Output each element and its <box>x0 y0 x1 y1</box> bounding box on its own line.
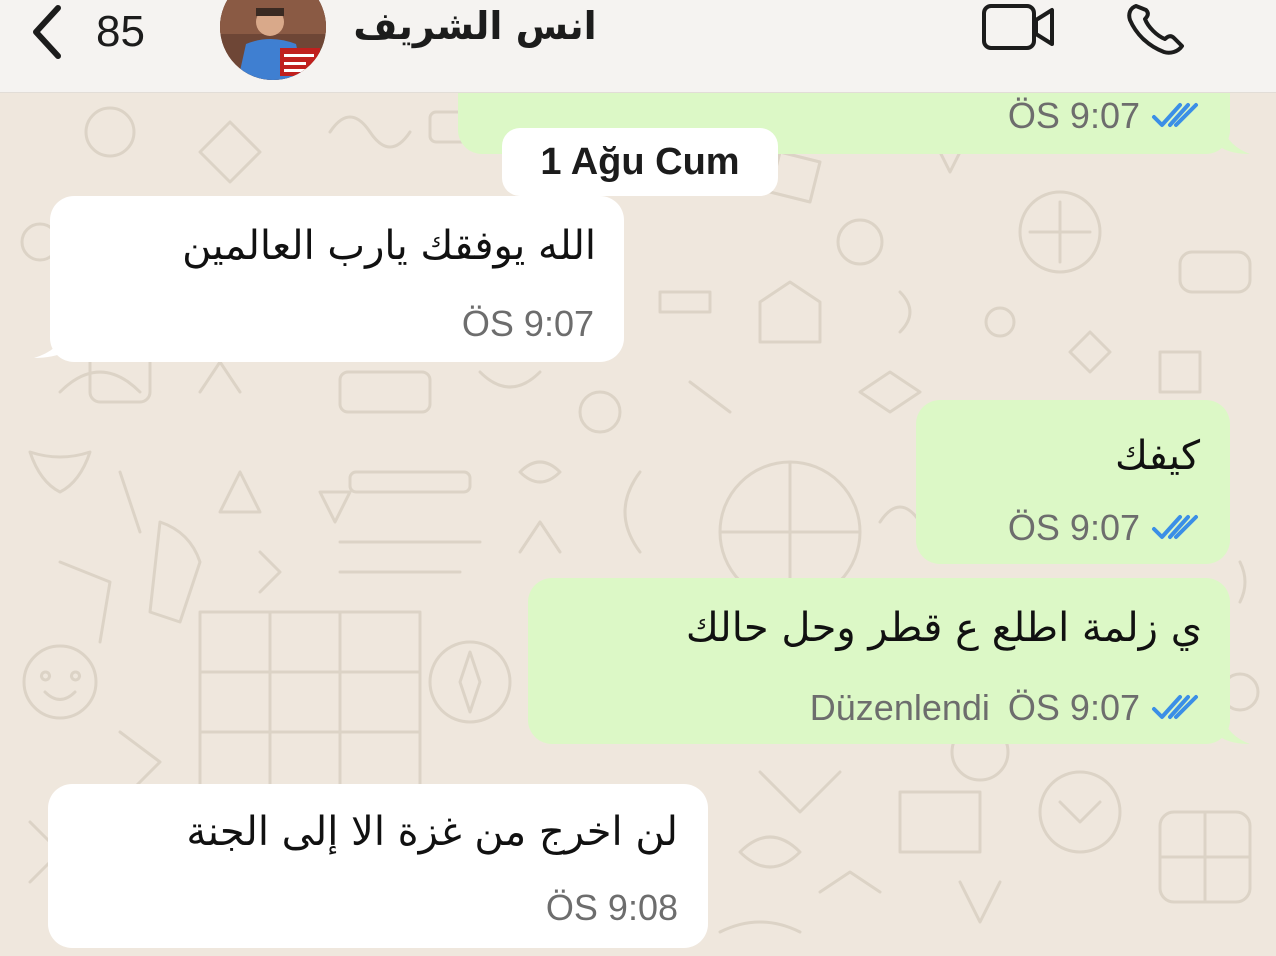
date-separator: 1 Ağu Cum <box>502 128 778 196</box>
avatar[interactable] <box>220 0 326 80</box>
bubble-tail <box>1222 716 1250 744</box>
message-time: ÖS 9:07 <box>461 303 594 344</box>
message-meta: ÖS 9:08 <box>546 888 678 928</box>
message-bubble-incoming[interactable]: لن اخرج من غزة الا إلى الجنة ÖS 9:08 <box>48 784 708 948</box>
message-time: ÖS 9:07 <box>1007 507 1140 548</box>
video-call-button[interactable] <box>980 2 1058 56</box>
message-text: ي زلمة اطلع ع قطر وحل حالك <box>685 605 1202 651</box>
message-text: الله يوفقك يارب العالمين <box>182 223 596 269</box>
contact-name[interactable]: انس الشريف <box>350 2 600 50</box>
message-bubble-outgoing[interactable]: ي زلمة اطلع ع قطر وحل حالك Düzenlendi ÖS… <box>528 578 1230 744</box>
voice-call-button[interactable] <box>1124 0 1188 60</box>
message-text: كيفك <box>1114 433 1200 479</box>
read-receipt-icon <box>1152 695 1198 719</box>
message-meta: ÖS 9:07 <box>1008 96 1202 136</box>
phone-icon <box>1127 4 1184 55</box>
read-receipt-icon <box>1152 515 1198 539</box>
chat-area[interactable]: ÖS 9:07 1 Ağu Cum الله يوفقك يارب العالم… <box>0 92 1276 956</box>
message-time: ÖS 9:08 <box>545 887 678 928</box>
message-time: ÖS 9:07 <box>1007 687 1140 728</box>
message-bubble-incoming[interactable]: الله يوفقك يارب العالمين ÖS 9:07 <box>50 196 624 362</box>
message-bubble-outgoing[interactable]: كيفك ÖS 9:07 <box>916 400 1230 564</box>
chat-header: 85 انس الشريف <box>0 0 1276 93</box>
video-camera-icon <box>982 4 1054 50</box>
message-time: ÖS 9:07 <box>1007 95 1140 136</box>
message-meta: ÖS 9:07 <box>462 304 594 344</box>
message-meta: Düzenlendi ÖS 9:07 <box>810 688 1202 728</box>
bubble-tail <box>1222 126 1250 154</box>
avatar-photo <box>220 0 326 80</box>
message-text: لن اخرج من غزة الا إلى الجنة <box>186 809 678 855</box>
bubble-tail <box>34 330 66 358</box>
chevron-left-icon <box>33 5 61 59</box>
unread-count: 85 <box>96 7 145 56</box>
message-meta: ÖS 9:07 <box>1008 508 1202 548</box>
read-receipt-icon <box>1152 103 1198 127</box>
back-button[interactable]: 85 <box>30 2 145 62</box>
edited-label: Düzenlendi <box>809 687 990 728</box>
